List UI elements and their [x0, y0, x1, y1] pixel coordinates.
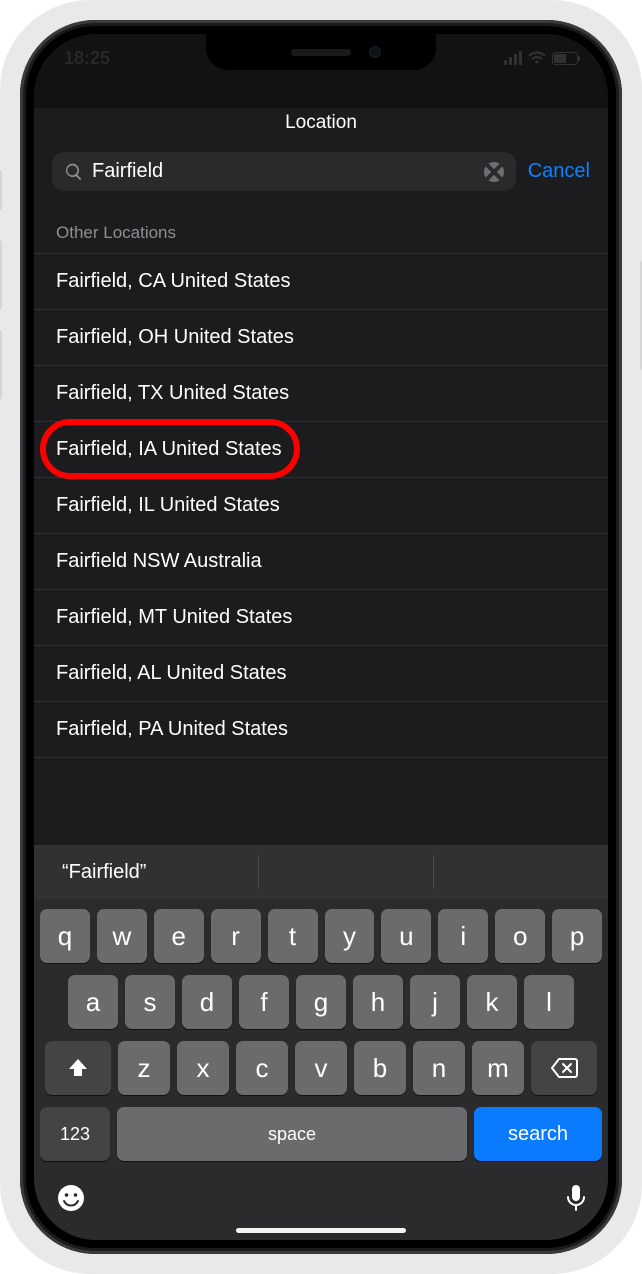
device-bezel: 18:25 Location Cancel Other Lo [20, 20, 622, 1254]
a-key[interactable]: a [68, 975, 118, 1029]
q-key[interactable]: q [40, 909, 90, 963]
volume-down-button [0, 330, 2, 400]
search-input[interactable] [92, 160, 476, 183]
mute-switch [0, 170, 2, 210]
r-key[interactable]: r [211, 909, 261, 963]
p-key[interactable]: p [552, 909, 602, 963]
y-key[interactable]: y [325, 909, 375, 963]
home-indicator[interactable] [236, 1228, 406, 1233]
k-key[interactable]: k [467, 975, 517, 1029]
w-key[interactable]: w [97, 909, 147, 963]
keyboard-suggestion-empty [258, 845, 433, 899]
o-key[interactable]: o [495, 909, 545, 963]
keyboard-suggestion-empty [433, 845, 608, 899]
notch [206, 34, 436, 70]
search-icon [64, 162, 84, 182]
list-item[interactable]: Fairfield, IL United States [34, 477, 608, 533]
device-frame: 18:25 Location Cancel Other Lo [0, 0, 642, 1274]
e-key[interactable]: e [154, 909, 204, 963]
list-item[interactable]: Fairfield, TX United States [34, 365, 608, 421]
numbers-key[interactable]: 123 [40, 1107, 110, 1161]
c-key[interactable]: c [236, 1041, 288, 1095]
keyboard-suggestion-bar: “Fairfield” [34, 845, 608, 899]
keyboard-keys: qwertyuiop asdfghjkl zxcvbnm 123 space [34, 899, 608, 1179]
u-key[interactable]: u [381, 909, 431, 963]
clear-icon[interactable] [484, 162, 504, 182]
d-key[interactable]: d [182, 975, 232, 1029]
n-key[interactable]: n [413, 1041, 465, 1095]
search-key[interactable]: search [474, 1107, 602, 1161]
l-key[interactable]: l [524, 975, 574, 1029]
m-key[interactable]: m [472, 1041, 524, 1095]
search-row: Cancel [34, 152, 608, 201]
list-item[interactable]: Fairfield NSW Australia [34, 533, 608, 589]
cancel-button[interactable]: Cancel [528, 160, 590, 183]
h-key[interactable]: h [353, 975, 403, 1029]
search-field[interactable] [52, 152, 516, 191]
section-header-other-locations: Other Locations [34, 201, 608, 253]
f-key[interactable]: f [239, 975, 289, 1029]
list-item[interactable]: Fairfield, OH United States [34, 309, 608, 365]
volume-up-button [0, 240, 2, 310]
emoji-key[interactable] [56, 1183, 86, 1220]
dictation-key[interactable] [566, 1183, 586, 1220]
screen: 18:25 Location Cancel Other Lo [34, 34, 608, 1240]
list-item[interactable]: Fairfield, PA United States [34, 701, 608, 758]
list-item[interactable]: Fairfield, IA United States [34, 421, 608, 477]
x-key[interactable]: x [177, 1041, 229, 1095]
t-key[interactable]: t [268, 909, 318, 963]
list-item[interactable]: Fairfield, CA United States [34, 253, 608, 309]
results-list: Fairfield, CA United StatesFairfield, OH… [34, 253, 608, 758]
s-key[interactable]: s [125, 975, 175, 1029]
keyboard-suggestion[interactable]: “Fairfield” [34, 845, 258, 899]
v-key[interactable]: v [295, 1041, 347, 1095]
b-key[interactable]: b [354, 1041, 406, 1095]
i-key[interactable]: i [438, 909, 488, 963]
j-key[interactable]: j [410, 975, 460, 1029]
shift-key[interactable] [45, 1041, 111, 1095]
list-item[interactable]: Fairfield, MT United States [34, 589, 608, 645]
space-key[interactable]: space [117, 1107, 467, 1161]
list-item[interactable]: Fairfield, AL United States [34, 645, 608, 701]
z-key[interactable]: z [118, 1041, 170, 1095]
backspace-key[interactable] [531, 1041, 597, 1095]
keyboard: “Fairfield” qwertyuiop asdfghjkl zxcvbnm [34, 845, 608, 1240]
g-key[interactable]: g [296, 975, 346, 1029]
